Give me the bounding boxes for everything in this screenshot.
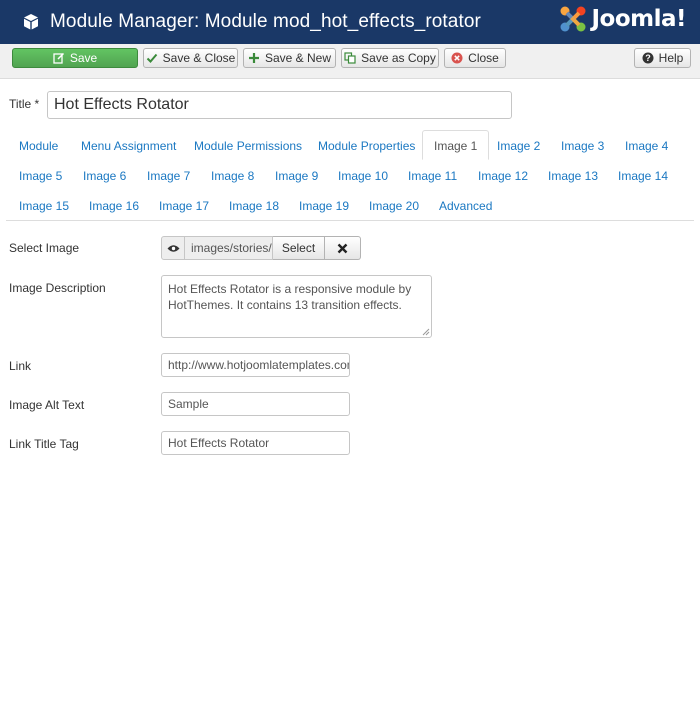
clear-image-button[interactable] <box>325 236 361 260</box>
tab-image-2[interactable]: Image 2 <box>497 139 540 153</box>
tab-image-14[interactable]: Image 14 <box>618 169 668 183</box>
image-description-label: Image Description <box>9 281 106 295</box>
image-description-text: Hot Effects Rotator is a responsive modu… <box>168 282 412 312</box>
tab-image-9[interactable]: Image 9 <box>275 169 318 183</box>
tab-image-4[interactable]: Image 4 <box>625 139 668 153</box>
tab-image-15[interactable]: Image 15 <box>19 199 69 213</box>
link-title-tag-label: Link Title Tag <box>9 437 79 451</box>
close-icon <box>337 243 348 253</box>
tab-image-19[interactable]: Image 19 <box>299 199 349 213</box>
tab-image-10[interactable]: Image 10 <box>338 169 388 183</box>
link-title-tag-input[interactable]: Hot Effects Rotator <box>161 431 350 455</box>
page-title: Module Manager: Module mod_hot_effects_r… <box>50 11 481 32</box>
tab-image-18[interactable]: Image 18 <box>229 199 279 213</box>
edit-icon <box>53 52 64 64</box>
joomla-logo-icon <box>560 6 586 32</box>
image-alt-text-input[interactable]: Sample <box>161 392 350 416</box>
tab-image-6[interactable]: Image 6 <box>83 169 126 183</box>
tab-image-3[interactable]: Image 3 <box>561 139 604 153</box>
select-image-button[interactable]: Select <box>273 236 325 260</box>
copy-icon <box>344 52 356 64</box>
tab-image-5[interactable]: Image 5 <box>19 169 62 183</box>
select-image-label: Select Image <box>9 241 80 255</box>
title-input[interactable]: Hot Effects Rotator <box>47 91 512 119</box>
tab-menu-assignment[interactable]: Menu Assignment <box>81 139 176 153</box>
joomla-logo: Joomla! <box>558 4 686 34</box>
link-input[interactable]: http://www.hotjoomlatemplates.com <box>161 353 350 377</box>
tab-module-properties[interactable]: Module Properties <box>318 139 415 153</box>
tab-image-7[interactable]: Image 7 <box>147 169 190 183</box>
tab-module-permissions[interactable]: Module Permissions <box>194 139 302 153</box>
tab-image-17[interactable]: Image 17 <box>159 199 209 213</box>
save-new-button[interactable]: Save & New <box>243 48 336 68</box>
image-path-field: images/stories/ <box>185 236 273 260</box>
check-icon <box>146 53 157 63</box>
help-button[interactable]: ? Help <box>634 48 691 68</box>
tab-image-11[interactable]: Image 11 <box>408 169 457 183</box>
close-button[interactable]: Close <box>444 48 506 68</box>
tab-image-16[interactable]: Image 16 <box>89 199 139 213</box>
image-description-textarea[interactable]: Hot Effects Rotator is a responsive modu… <box>161 275 432 338</box>
tab-image-13[interactable]: Image 13 <box>548 169 598 183</box>
help-icon: ? <box>642 52 654 64</box>
tab-image-20[interactable]: Image 20 <box>369 199 419 213</box>
resize-grip-icon[interactable] <box>422 328 430 336</box>
app-header: Module Manager: Module mod_hot_effects_r… <box>0 0 700 44</box>
plus-icon <box>248 53 259 63</box>
eye-icon <box>167 244 179 252</box>
cube-icon <box>24 14 38 30</box>
preview-button[interactable] <box>161 236 185 260</box>
image-selector: images/stories/ Select <box>161 236 361 260</box>
tab-image-8[interactable]: Image 8 <box>211 169 254 183</box>
save-close-button[interactable]: Save & Close <box>143 48 238 68</box>
tab-divider <box>6 220 694 221</box>
title-label: Title * <box>9 97 40 111</box>
svg-text:?: ? <box>645 53 651 63</box>
save-button[interactable]: Save <box>12 48 138 68</box>
link-label: Link <box>9 359 32 373</box>
joomla-logo-text: Joomla! <box>591 6 686 32</box>
tab-advanced[interactable]: Advanced <box>439 199 492 213</box>
tab-image-12[interactable]: Image 12 <box>478 169 528 183</box>
tab-module[interactable]: Module <box>19 139 58 153</box>
cancel-icon <box>451 52 463 64</box>
tab-image-1[interactable]: Image 1 <box>422 130 490 160</box>
save-as-copy-button[interactable]: Save as Copy <box>341 48 439 68</box>
image-alt-text-label: Image Alt Text <box>9 398 85 412</box>
